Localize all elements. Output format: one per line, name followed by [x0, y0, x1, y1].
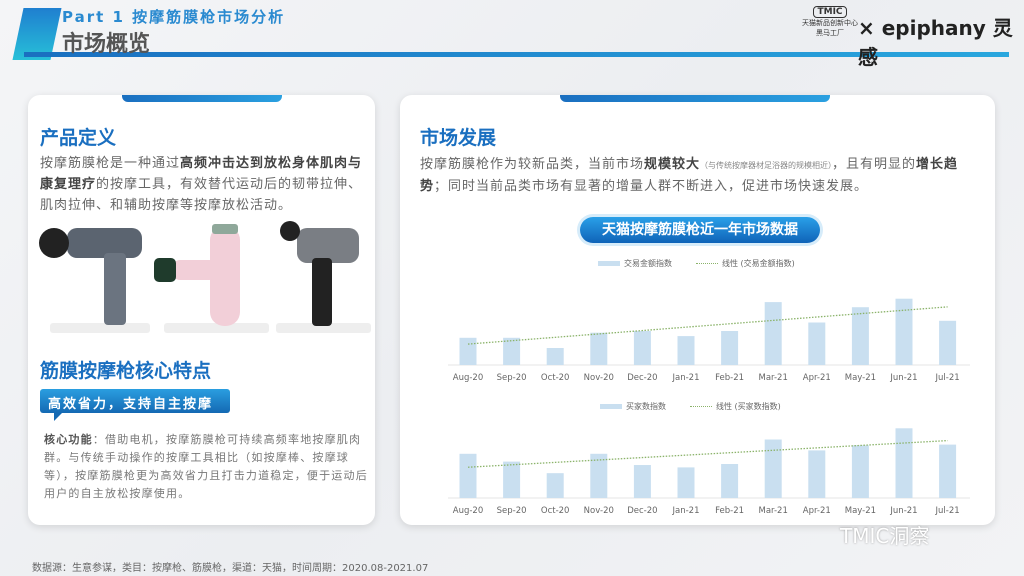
chart1-x-tick: Nov-20 [584, 373, 614, 383]
chart2-bar [503, 461, 521, 498]
card-tab [122, 95, 282, 102]
chart2-bar [459, 453, 477, 498]
chart2-bar [677, 467, 695, 498]
chart2-x-tick: Apr-21 [803, 506, 831, 516]
chart-banner: 天猫按摩筋膜枪近一年市场数据 [580, 217, 820, 243]
card-tab [560, 95, 830, 102]
chart2-x-tick: Mar-21 [759, 506, 788, 516]
product-definition-title: 产品定义 [40, 127, 117, 149]
chart1-bar [546, 348, 564, 365]
chart2-x-tick: Jan-21 [672, 506, 700, 516]
chart1-bar [590, 332, 608, 365]
data-source: 数据源：生意参谋，类目：按摩枪、筋膜枪，渠道：天猫，时间周期：2020.08-2… [32, 563, 429, 574]
core-features-title: 筋膜按摩枪核心特点 [40, 360, 212, 382]
market-development-text: 按摩筋膜枪作为较新品类，当前市场规模较大（与传统按摩器材足浴器的规模相近），且有… [420, 157, 959, 194]
page-title: 市场概览 [62, 32, 151, 57]
chart2-bar [851, 445, 869, 498]
chart2-bar [546, 473, 564, 498]
chart2-x-tick: Nov-20 [584, 506, 614, 516]
massage-gun-pink [154, 224, 269, 333]
chart1-x-tick: Jan-21 [672, 373, 700, 383]
chart2-trendline [467, 439, 948, 468]
chart1-x-tick: Jul-21 [935, 373, 960, 383]
chart1-x-tick: Mar-21 [759, 373, 788, 383]
chart2-x-tick: Oct-20 [541, 506, 570, 516]
chart1-bar [939, 320, 957, 365]
chart1-x-tick: Sep-20 [497, 373, 527, 383]
massage-gun-grey [39, 228, 150, 333]
chart1-x-tick: Dec-20 [627, 373, 657, 383]
chart2-x-tick: Dec-20 [627, 506, 657, 516]
chart2-bar [633, 465, 651, 498]
core-features-text: 核心功能：借助电机，按摩筋膜枪可持续高频率地按摩肌肉群。与传统手动操作的按摩工具… [44, 433, 368, 500]
epiphany-logo: × epiphany 灵感 [858, 16, 1013, 69]
watermark: TMIC洞察 [840, 524, 930, 548]
chart1-bar [677, 336, 695, 365]
chart1-bar [459, 337, 477, 365]
chart2-x-tick: Feb-21 [715, 506, 744, 516]
chart2-x-tick: Jul-21 [935, 506, 960, 516]
chart2-x-tick: May-21 [845, 506, 876, 516]
section-label: Part 1 按摩筋膜枪市场分析 [62, 8, 286, 26]
chart2-bar [721, 464, 739, 498]
chart1-bar [633, 331, 651, 365]
chart1-trendline [467, 306, 948, 345]
chart1-x-tick: Apr-21 [803, 373, 831, 383]
chart2-x-tick: Jun-21 [889, 506, 917, 516]
chart2-bar [808, 450, 826, 498]
market-charts: Aug-20 Sep-20 Oct-20 Nov-20 Dec-20 Jan-21 Feb-… [448, 298, 970, 516]
chart1-x-tick: Jun-21 [889, 373, 917, 383]
chart1-bar [721, 331, 739, 365]
massage-gun-dark [276, 221, 371, 333]
chart1-bar [503, 337, 521, 365]
chart2-bar [764, 439, 782, 498]
product-images [39, 221, 371, 333]
product-definition-text: 按摩筋膜枪是一种通过高频冲击达到放松身体肌肉与康复理疗的按摩工具，有效替代运动后… [40, 156, 363, 213]
chart2-bar [939, 444, 957, 498]
chart1-bar [764, 302, 782, 365]
chart2-bar [590, 453, 608, 498]
tmic-logo: TMIC 天猫新品创新中心 黑马工厂 [802, 6, 858, 37]
chart2-bar [895, 428, 913, 498]
market-development-title: 市场发展 [420, 127, 497, 149]
chart1-bar [851, 307, 869, 365]
chart1-bar [808, 322, 826, 365]
chart1-x-tick: Aug-20 [453, 373, 483, 383]
chart1-x-tick: Oct-20 [541, 373, 570, 383]
chart1-x-tick: May-21 [845, 373, 876, 383]
chart1-x-tick: Feb-21 [715, 373, 744, 383]
chart1-bar [895, 298, 913, 365]
chart2-x-tick: Aug-20 [453, 506, 483, 516]
chart2-x-tick: Sep-20 [497, 506, 527, 516]
chart1-legend: 交易金额指数 线性 (交易金额指数) [598, 258, 795, 269]
feature-tag: 高效省力，支持自主按摩 [40, 389, 230, 421]
